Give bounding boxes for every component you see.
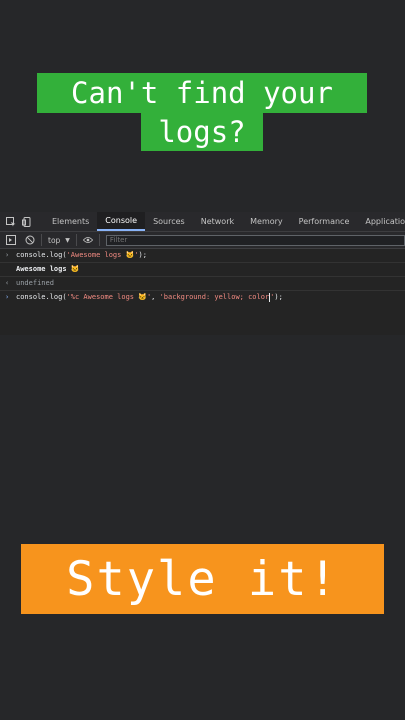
eye-icon[interactable] [82, 235, 93, 245]
chevron-right-icon: › [5, 251, 10, 259]
caption-line-2: logs? [141, 113, 263, 151]
devtools-tab-bar: Elements Console Sources Network Memory … [0, 212, 405, 232]
context-select[interactable]: top ▼ [48, 236, 70, 245]
console-input-line: › console.log('Awesome logs 🐱'); [0, 249, 405, 263]
filter-input[interactable] [105, 234, 405, 246]
divider [75, 234, 77, 246]
tab-elements[interactable]: Elements [44, 212, 97, 231]
clear-console-icon[interactable] [25, 235, 35, 245]
caption-text: Style it! [66, 551, 339, 607]
string-literal: '%c Awesome logs 🐱' [66, 293, 152, 301]
tab-memory[interactable]: Memory [242, 212, 291, 231]
tab-performance[interactable]: Performance [291, 212, 358, 231]
tab-network[interactable]: Network [193, 212, 242, 231]
code-text: ); [138, 251, 147, 259]
code-text: console.log( [16, 293, 67, 301]
chevron-left-icon: ‹ [5, 279, 10, 287]
tab-console[interactable]: Console [97, 212, 146, 231]
console-output[interactable]: › console.log('Awesome logs 🐱'); Awesome… [0, 249, 405, 335]
code-text: , [151, 293, 160, 301]
chevron-right-icon: › [5, 293, 10, 301]
inspect-element-icon[interactable] [6, 216, 16, 227]
dropdown-arrow-icon: ▼ [65, 236, 70, 244]
result-text: undefined [16, 279, 54, 287]
console-log-output: Awesome logs 🐱 [0, 263, 405, 277]
caption-text: logs? [158, 115, 246, 149]
tab-sources[interactable]: Sources [145, 212, 193, 231]
console-toolbar: top ▼ [0, 232, 405, 249]
caption-line-1: Can't find your [37, 73, 367, 113]
divider [41, 234, 42, 246]
context-select-value: top [48, 235, 61, 245]
code-text: ); [274, 293, 283, 301]
devtools-panel: Elements Console Sources Network Memory … [0, 212, 405, 335]
device-toolbar-icon[interactable] [22, 216, 32, 227]
divider [98, 234, 100, 246]
log-text: Awesome logs 🐱 [16, 265, 80, 273]
string-literal: 'Awesome logs 🐱' [66, 251, 139, 259]
sidebar-toggle-icon[interactable] [6, 235, 16, 245]
caption-text: Can't find your [71, 76, 333, 110]
code-text: console.log( [16, 251, 67, 259]
console-result-line: ‹ undefined [0, 277, 405, 291]
console-input-line[interactable]: › console.log('%c Awesome logs 🐱', 'back… [0, 291, 405, 304]
tab-application[interactable]: Application [357, 212, 405, 231]
caption-bottom: Style it! [21, 544, 384, 614]
string-literal: 'background: yellow; color [159, 293, 270, 301]
